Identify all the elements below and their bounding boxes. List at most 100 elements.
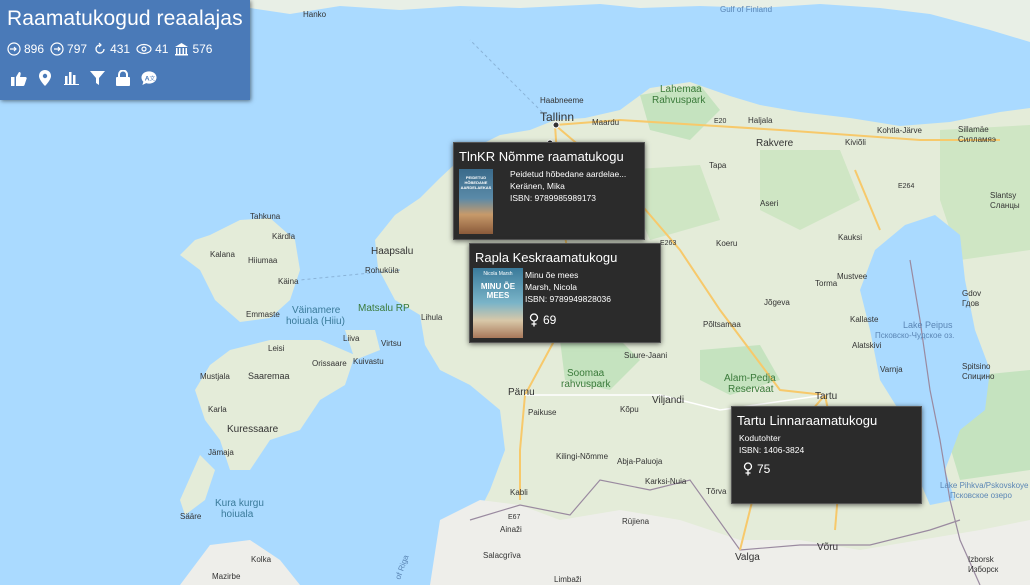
book-isbn: ISBN: 9789985989173 <box>510 193 597 203</box>
eye-icon <box>136 43 152 55</box>
library-popup-tartu[interactable]: Tartu Linnaraamatukogu Kodutohter ISBN: … <box>731 406 922 504</box>
label-slantsy: Slantsy <box>990 191 1016 200</box>
book-info: Kodutohter ISBN: 1406-3824 <box>739 432 909 456</box>
book-author: Keränen, Mika <box>510 181 565 191</box>
label-tapa: Tapa <box>709 161 727 170</box>
label-mazirbe: Mazirbe <box>212 572 241 581</box>
label-rakvere: Rakvere <box>756 138 794 149</box>
label-izborsk: Izborsk <box>968 555 995 564</box>
label-haabneeme: Haabneeme <box>540 96 584 105</box>
login-icon <box>7 42 21 56</box>
label-jamaja: Jämaja <box>208 448 234 457</box>
stats-bar: 896 797 431 41 576 <box>7 42 218 56</box>
filter-icon <box>89 70 105 85</box>
refresh-icon <box>95 42 105 54</box>
label-e264: E264 <box>898 183 914 190</box>
label-kalana: Kalana <box>210 250 235 259</box>
label-mustjala: Mustjala <box>200 372 230 381</box>
like-button[interactable] <box>11 70 27 86</box>
label-soomaa: Soomaa rahvuspark <box>561 368 611 390</box>
app-title: Raamatukogud reaalajas <box>7 7 243 30</box>
label-peipus-ru: Псковско-Чудское оз. <box>875 331 954 340</box>
label-pihkva: Lake Pihkva/Pskovskoye <box>940 481 1029 490</box>
label-kopu: Kõpu <box>620 405 639 414</box>
label-tartu: Tartu <box>815 391 837 402</box>
label-poltsamaa: Põltsamaa <box>703 320 741 329</box>
label-e20: E20 <box>714 118 727 125</box>
label-saaremaa: Saaremaa <box>248 371 290 381</box>
label-karksi: Karksi-Nuia <box>645 477 687 486</box>
stat-libraries-value: 576 <box>192 42 213 56</box>
label-spitsino: Spitsino <box>962 362 991 371</box>
label-suure: Suure-Jaani <box>624 351 667 360</box>
toolbar: A文 <box>11 70 167 86</box>
label-e263: E263 <box>660 240 676 247</box>
label-pihkva-ru: Псковское озеро <box>950 491 1012 500</box>
location-button[interactable] <box>37 70 53 86</box>
label-hanko: Hanko <box>303 10 327 19</box>
borrower-count-value: 69 <box>543 313 557 327</box>
lock-icon <box>116 70 130 86</box>
label-haapsalu: Haapsalu <box>371 246 413 257</box>
label-e67: E67 <box>508 514 521 521</box>
label-paikuse: Paikuse <box>528 408 557 417</box>
label-alam: Alam-Pedja Reservaat <box>724 373 776 395</box>
book-cover: Nicola Marsh MINU ÕE MEES <box>473 268 523 338</box>
label-viljandi: Viljandi <box>652 395 684 406</box>
label-leisi: Leisi <box>268 344 285 353</box>
book-cover-title: MINU ÕE MEES <box>480 282 516 300</box>
arrow-right-circle-icon <box>50 42 64 56</box>
stats-button[interactable] <box>63 70 79 86</box>
label-karla: Karla <box>208 405 227 414</box>
label-kohtla: Kohtla-Järve <box>877 126 922 135</box>
label-koeru: Koeru <box>716 239 737 248</box>
label-rujiena: Rūjiena <box>622 517 650 526</box>
library-popup-rapla[interactable]: Rapla Keskraamatukogu Nicola Marsh MINU … <box>469 243 661 343</box>
label-abja: Abja-Paluoja <box>617 457 663 466</box>
label-matsalu: Matsalu RP <box>358 303 410 314</box>
label-jogeva: Jõgeva <box>764 298 790 307</box>
stat-renew-value: 431 <box>110 42 131 56</box>
svg-text:文: 文 <box>149 74 155 82</box>
language-button[interactable]: A文 <box>141 70 157 86</box>
label-limbazi: Limbaži <box>554 575 582 584</box>
book-info: Minu õe mees Marsh, Nicola ISBN: 9789949… <box>525 269 657 305</box>
label-maardu: Maardu <box>592 118 619 127</box>
book-title: Minu õe mees <box>525 270 579 280</box>
label-kuressaare: Kuressaare <box>227 424 279 435</box>
female-icon <box>529 313 539 327</box>
label-torva: Tõrva <box>706 487 727 496</box>
library-building-icon <box>175 43 189 56</box>
borrower-count-value: 75 <box>757 462 771 476</box>
stat-login: 896 <box>7 42 44 56</box>
book-cover-author: Nicola Marsh <box>483 271 513 277</box>
library-popup-nomme[interactable]: TlnKR Nõmme raamatukogu PEIDETUD HÕBEDAN… <box>453 142 645 240</box>
label-kivioli: Kiviõli <box>845 138 866 147</box>
book-info: Peidetud hõbedane aardelae... Keränen, M… <box>510 168 642 204</box>
lock-button[interactable] <box>115 70 131 86</box>
city-marker-tallinn <box>552 121 560 129</box>
library-name: Tartu Linnaraamatukogu <box>737 413 878 428</box>
borrower-count: 75 <box>743 462 770 476</box>
label-kallaste: Kallaste <box>850 315 879 324</box>
label-saare: Sääre <box>180 512 202 521</box>
label-voru: Võru <box>817 542 838 553</box>
book-cover: PEIDETUD HÕBEDANE AARDELAEKAS <box>459 169 493 234</box>
stat-return-value: 797 <box>67 42 88 56</box>
label-kabli: Kabli <box>510 488 528 497</box>
library-name: TlnKR Nõmme raamatukogu <box>459 149 624 164</box>
label-ruhukula: Rohuküla <box>365 266 399 275</box>
label-sillamae: Sillamäe <box>958 125 989 134</box>
label-peipus: Lake Peipus <box>903 320 953 330</box>
label-orissaare: Orissaare <box>312 359 347 368</box>
book-isbn: ISBN: 1406-3824 <box>739 445 805 455</box>
label-vainameri: Väinamere hoiuala (Hiiu) <box>286 305 345 327</box>
label-mustvee: Mustvee <box>837 272 868 281</box>
label-kaina: Käina <box>278 277 299 286</box>
label-spitsino-ru: Спицино <box>962 372 995 381</box>
label-haljala: Haljala <box>748 116 773 125</box>
filter-button[interactable] <box>89 70 105 86</box>
label-liiva: Liiva <box>343 334 360 343</box>
label-salacgriva: Salacgrīva <box>483 551 521 560</box>
stat-login-value: 896 <box>24 42 45 56</box>
